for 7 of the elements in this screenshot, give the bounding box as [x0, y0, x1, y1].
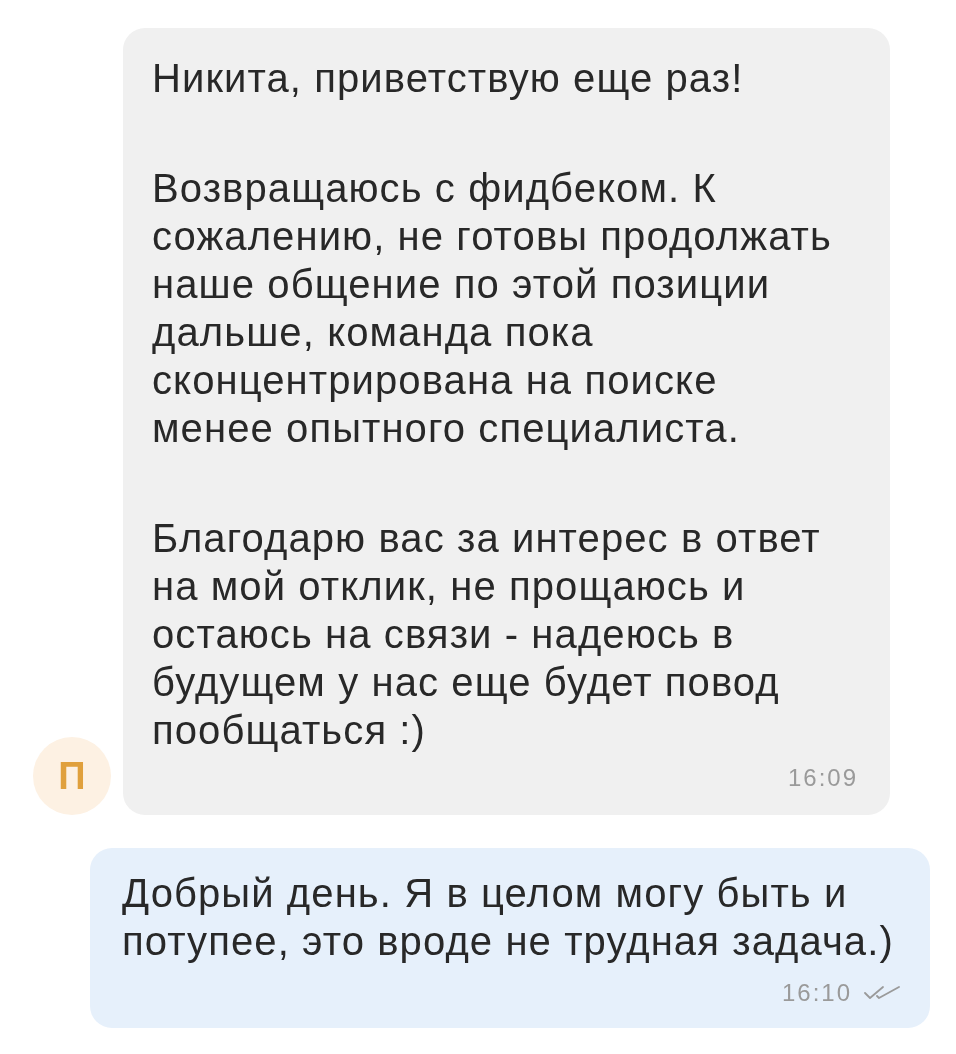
avatar-initial: П	[33, 737, 111, 815]
message-time: 16:10	[781, 978, 852, 1008]
message-text: Благодарю вас за интерес в ответ на мой отклик, не прощаюсь и остаюсь на связи - надеюсь в будущем у нас еще будет повод пообщаться :)	[152, 515, 822, 754]
message-text: Добрый день. Я в целом могу быть и потупее, это вроде не трудная задача.)	[122, 870, 895, 965]
message-text: Никита, приветствую еще раз!	[152, 55, 745, 102]
message-time: 16:09	[787, 763, 858, 793]
message-text: Возвращаюсь с фидбеком. К сожалению, не готовы продолжать наше общение по этой позиции дальше, команда пока сконцентрирована на поиске менее опытного специалиста.	[152, 165, 833, 452]
